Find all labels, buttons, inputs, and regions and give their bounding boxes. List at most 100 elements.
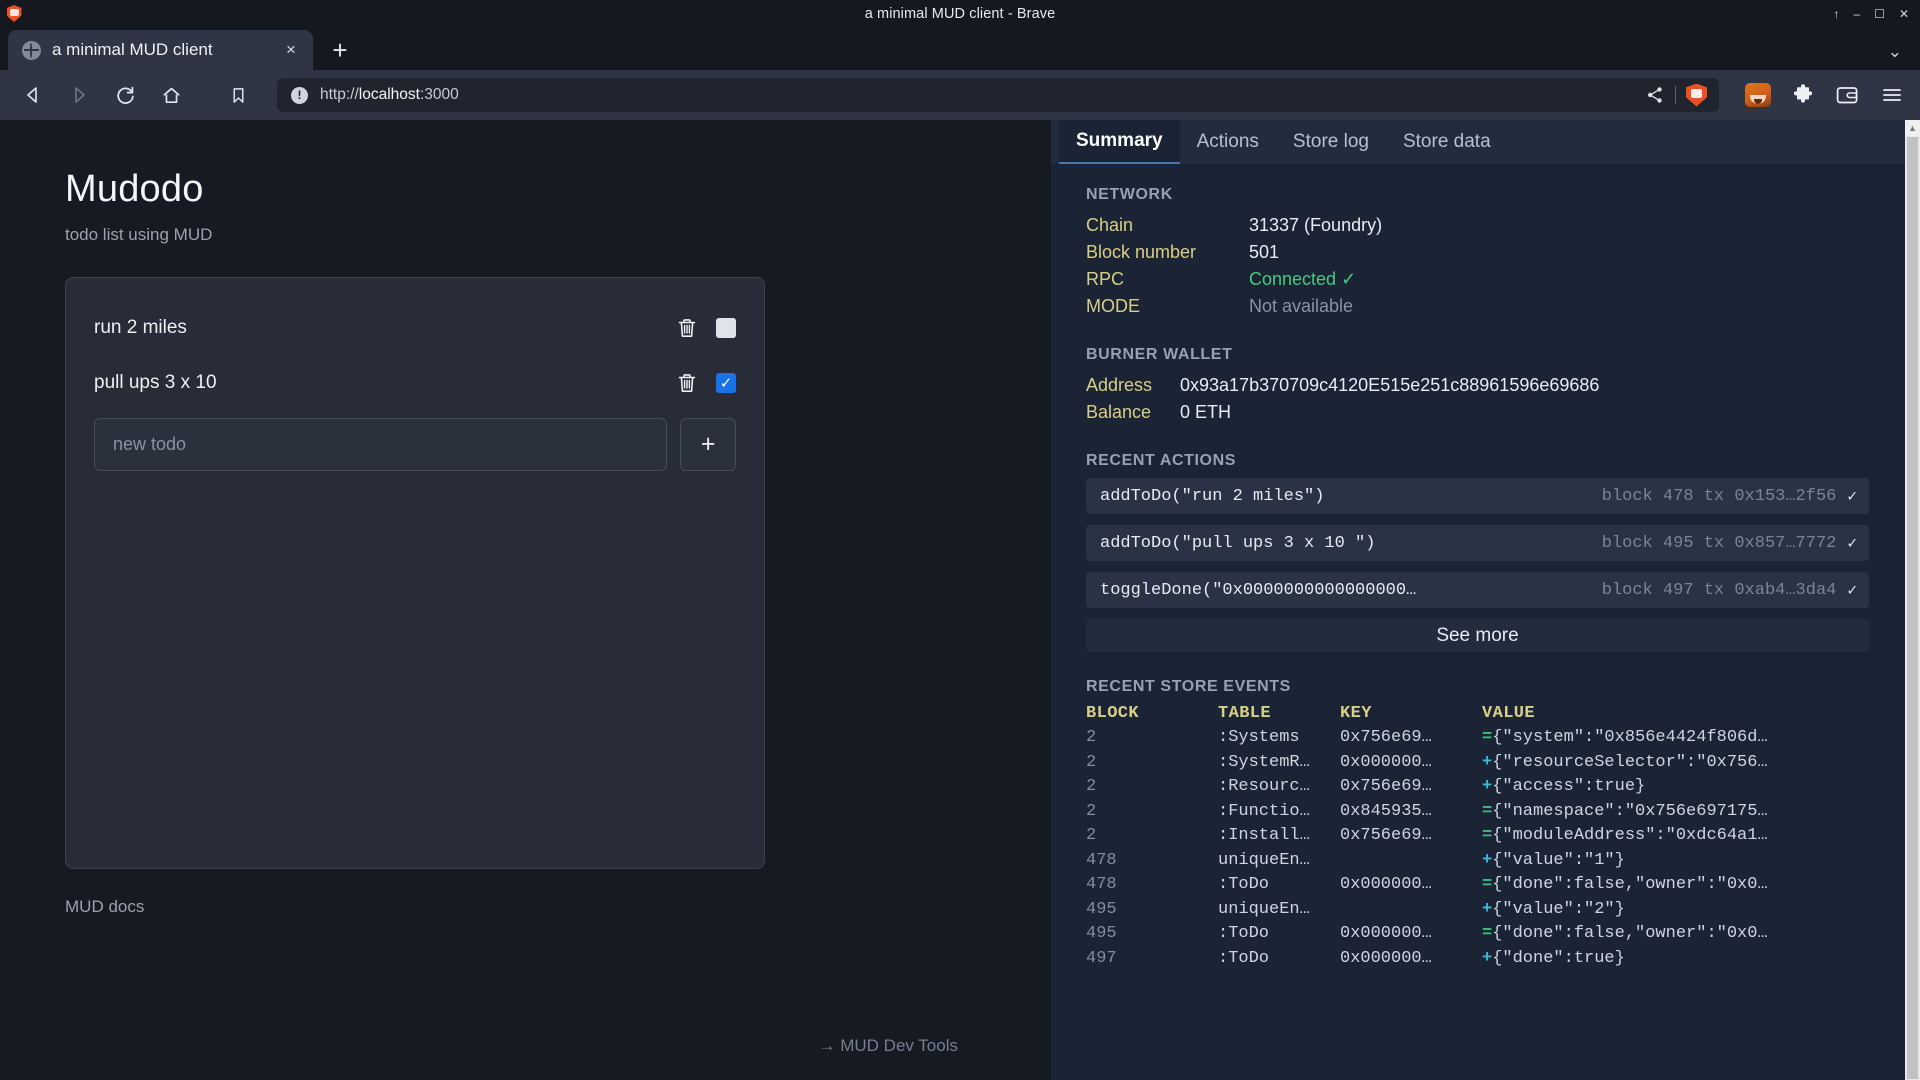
window-maximize-button[interactable]: ☐ [1874, 8, 1885, 20]
browser-tab-title: a minimal MUD client [52, 40, 213, 59]
network-row-mode: MODE Not available [1086, 293, 1920, 320]
action-row[interactable]: toggleDone("0x0000000000000000… block 49… [1086, 572, 1869, 608]
store-events-section: RECENT STORE EVENTS BLOCK TABLE KEY VALU… [1086, 678, 1920, 971]
todo-item-label: run 2 miles [94, 317, 187, 338]
dev-tools-body: NETWORK Chain 31337 (Foundry) Block numb… [1051, 164, 1920, 1080]
url-bar[interactable]: ! http://localhost:3000 [277, 78, 1719, 112]
field-label: MODE [1086, 296, 1140, 316]
table-row: 495:ToDo 0x000000… ={"done":false,"owner":… [1086, 922, 1920, 947]
dev-tools-scrollbar[interactable]: ▲ [1905, 120, 1920, 1080]
tab-summary[interactable]: Summary [1059, 120, 1180, 164]
forward-icon[interactable] [61, 77, 97, 113]
new-tab-button[interactable]: + [323, 33, 357, 67]
browser-menu-icon[interactable] [1880, 83, 1904, 107]
reload-icon[interactable] [107, 77, 143, 113]
bookmark-icon[interactable] [220, 77, 256, 113]
burner-wallet-section: BURNER WALLET Address 0x93a17b370709c412… [1086, 346, 1920, 426]
page-title: Mudodo [65, 168, 204, 210]
cell-key: 0x756e69… [1340, 777, 1432, 796]
home-icon[interactable] [153, 77, 189, 113]
window-titlebar: a minimal MUD client - Brave ↑ – ☐ ✕ [0, 0, 1920, 27]
trash-icon[interactable] [674, 315, 700, 341]
cell-table: :ToDo [1218, 875, 1270, 894]
scroll-up-arrow-icon[interactable]: ▲ [1905, 120, 1920, 136]
tab-store-data[interactable]: Store data [1386, 120, 1508, 164]
table-row: 2:SystemR… 0x000000… +{"resourceSelector":… [1086, 751, 1920, 776]
cell-key: 0x000000… [1340, 948, 1432, 968]
back-icon[interactable] [15, 77, 51, 113]
table-row: 497:ToDo 0x000000… +{"done":true} [1086, 947, 1920, 972]
cell-table: :SystemR… [1218, 752, 1310, 772]
chevron-down-icon[interactable]: ⌄ [1888, 42, 1902, 62]
network-heading: NETWORK [1086, 186, 1173, 203]
field-label: Address [1086, 375, 1153, 395]
share-icon[interactable] [1645, 85, 1665, 105]
store-event-operator: = [1482, 826, 1493, 845]
cell-value: ={"system":"0x856e4424f806d… [1482, 728, 1768, 747]
trash-icon[interactable] [674, 370, 700, 396]
column-header-value: VALUE [1482, 704, 1536, 723]
extensions-puzzle-icon[interactable] [1791, 83, 1815, 107]
cell-table: :ToDo [1218, 948, 1270, 968]
connection-info-icon[interactable]: ! [291, 86, 308, 104]
extension-icons [1745, 83, 1904, 107]
action-row[interactable]: addToDo("run 2 miles") block 478 tx 0x15… [1086, 478, 1869, 514]
store-events-heading: RECENT STORE EVENTS [1086, 678, 1291, 695]
field-label: Chain [1086, 215, 1134, 235]
window-controls: ↑ – ☐ ✕ [1833, 8, 1920, 20]
field-value: 501 [1249, 242, 1280, 262]
brave-shields-icon[interactable] [1686, 83, 1707, 107]
browser-navbar: ! http://localhost:3000 [0, 70, 1920, 120]
field-value: Not available [1249, 296, 1354, 316]
todo-item: run 2 miles [94, 308, 736, 348]
action-row[interactable]: addToDo("pull ups 3 x 10 ") block 495 tx… [1086, 525, 1869, 561]
column-header-block: BLOCK [1086, 704, 1140, 723]
cell-key [1340, 849, 1482, 874]
cell-value: +{"value":"2"} [1482, 899, 1625, 919]
cell-block: 497 [1086, 948, 1117, 968]
page-subtitle: todo list using MUD [65, 225, 213, 244]
window-minimize-button[interactable]: – [1853, 8, 1860, 20]
todo-checkbox[interactable]: ✓ [716, 373, 736, 393]
close-icon[interactable]: × [280, 39, 302, 61]
browser-tab[interactable]: a minimal MUD client × [8, 30, 313, 70]
mud-dev-tools-link[interactable]: → MUD Dev Tools [819, 1036, 959, 1056]
cell-value: ={"done":false,"owner":"0x0… [1482, 924, 1768, 943]
cell-key: 0x000000… [1340, 752, 1432, 772]
todo-checkbox[interactable] [716, 318, 736, 338]
window-close-button[interactable]: ✕ [1899, 8, 1909, 20]
field-label: Block number [1086, 242, 1197, 262]
action-meta: block 497 tx 0xab4…3da4 [1601, 580, 1837, 600]
cell-key: 0x000000… [1340, 875, 1432, 894]
check-icon: ✓ [1847, 535, 1857, 553]
field-value: 0x93a17b370709c4120E515e251c88961596e696… [1180, 375, 1600, 395]
window-restore-button[interactable]: ↑ [1833, 8, 1839, 20]
field-value: 31337 (Foundry) [1249, 215, 1383, 235]
add-todo-button[interactable]: + [680, 418, 736, 471]
field-label: Balance [1086, 402, 1152, 422]
cell-value: +{"access":true} [1482, 777, 1646, 796]
tab-actions[interactable]: Actions [1180, 120, 1276, 164]
scrollbar-thumb[interactable] [1907, 137, 1918, 1079]
burner-wallet-heading: BURNER WALLET [1086, 346, 1233, 363]
cell-block: 2 [1086, 728, 1097, 747]
mud-docs-link[interactable]: MUD docs [65, 897, 1051, 917]
cell-table: :Install… [1218, 826, 1310, 845]
window-title: a minimal MUD client - Brave [864, 5, 1056, 22]
metamask-fox-icon[interactable] [1745, 83, 1771, 107]
network-row-block-number: Block number 501 [1086, 239, 1920, 266]
see-more-button[interactable]: See more [1086, 619, 1869, 652]
cell-key [1340, 898, 1482, 923]
wallet-icon[interactable] [1835, 83, 1860, 107]
table-header-row: BLOCK TABLE KEY VALUE [1086, 704, 1920, 723]
cell-value: +{"resourceSelector":"0x756… [1482, 752, 1768, 772]
cell-block: 2 [1086, 777, 1097, 796]
cell-block: 495 [1086, 924, 1117, 943]
store-event-operator: = [1482, 801, 1493, 821]
table-row: 2:Resourc… 0x756e69… +{"access":true} [1086, 775, 1920, 800]
new-todo-input[interactable] [94, 418, 668, 471]
tab-store-log[interactable]: Store log [1276, 120, 1386, 164]
table-row: 495 uniqueEn… +{"value":"2"} [1086, 898, 1920, 923]
cell-table: uniqueEn… [1218, 899, 1310, 919]
recent-actions-section: RECENT ACTIONS addToDo("run 2 miles") bl… [1086, 452, 1920, 652]
